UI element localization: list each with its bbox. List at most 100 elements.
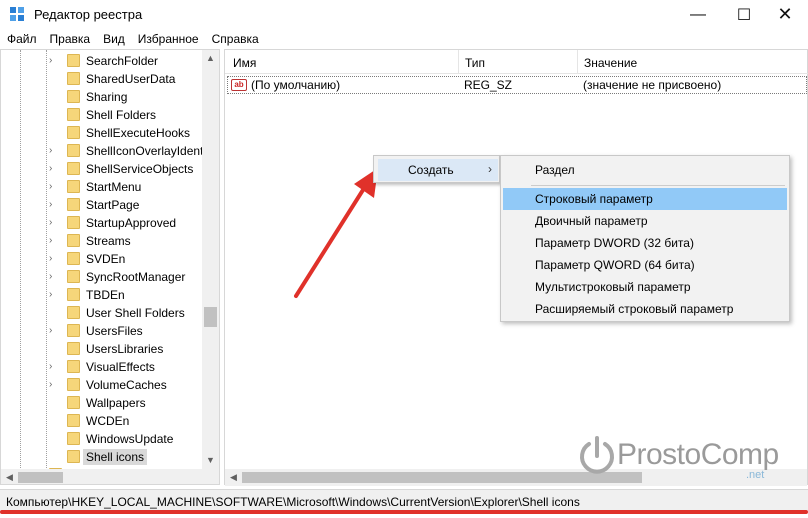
folder-icon	[67, 306, 80, 319]
scroll-left-icon[interactable]: ◀	[225, 469, 242, 486]
tree-item-label: SVDEn	[86, 252, 126, 266]
tree-item[interactable]: SharedUserData	[1, 70, 201, 88]
tree-item[interactable]: › StartupApproved	[1, 214, 201, 232]
submenu-item-qword-value[interactable]: Параметр QWORD (64 бита)	[503, 254, 787, 276]
tree-item[interactable]: › SearchFolder	[1, 52, 201, 70]
tree-item[interactable]: › VisualEffects	[1, 358, 201, 376]
expand-chevron-icon[interactable]: ›	[49, 163, 52, 175]
menu-item-create-label: Создать	[408, 163, 454, 177]
tree-item-label: ShellExecuteHooks	[86, 126, 191, 140]
column-type-header[interactable]: Тип	[465, 56, 485, 70]
tree-item[interactable]: › ShellServiceObjects	[1, 160, 201, 178]
expand-chevron-icon[interactable]: ›	[49, 181, 52, 193]
expand-chevron-icon[interactable]: ›	[49, 235, 52, 247]
tree-item-label: ShellIconOverlayIdent	[86, 144, 204, 158]
submenu-item-label: Параметр QWORD (64 бита)	[535, 258, 695, 272]
title-bar: Редактор реестра — ☐ ✕	[0, 0, 808, 29]
tree-item-label: Sharing	[86, 90, 128, 104]
tree-item[interactable]: WindowsUpdate	[1, 430, 201, 448]
tree-item-label: TBDEn	[86, 288, 125, 302]
column-separator[interactable]	[577, 50, 578, 74]
tree-item[interactable]: › SyncRootManager	[1, 268, 201, 286]
minimize-button[interactable]: —	[675, 0, 721, 29]
submenu-item-binary-value[interactable]: Двоичный параметр	[503, 210, 787, 232]
submenu-item-key[interactable]: Раздел	[503, 159, 787, 181]
menu-edit[interactable]: Правка	[43, 29, 97, 49]
menu-item-create[interactable]: Создать ›	[378, 159, 498, 181]
folder-icon	[67, 270, 80, 283]
menu-divider	[531, 185, 785, 186]
tree-item[interactable]: Shell icons	[1, 448, 201, 466]
tree-item[interactable]: › StartPage	[1, 196, 201, 214]
tree-item-label: StartMenu	[86, 180, 142, 194]
tree-horizontal-scrollbar[interactable]: ◀	[1, 469, 219, 484]
tree-item[interactable]: Shell Folders	[1, 106, 201, 124]
folder-icon	[67, 288, 80, 301]
context-menu: Создать ›	[373, 155, 500, 183]
tree-item[interactable]: Wallpapers	[1, 394, 201, 412]
tree-item[interactable]: › UsersFiles	[1, 322, 201, 340]
tree-hscroll-thumb[interactable]	[18, 472, 63, 483]
menu-help[interactable]: Справка	[205, 29, 265, 49]
tree-item[interactable]: WCDEn	[1, 412, 201, 430]
tree-item[interactable]: UsersLibraries	[1, 340, 201, 358]
tree-item[interactable]: › VolumeCaches	[1, 376, 201, 394]
watermark-domain: .net	[746, 469, 765, 481]
table-row[interactable]: ab (По умолчанию) REG_SZ (значение не пр…	[227, 76, 807, 94]
registry-editor-icon	[10, 7, 24, 21]
tree-scroll-thumb[interactable]	[204, 307, 217, 327]
tree-item-label: VolumeCaches	[86, 378, 167, 392]
tree-item-label: SearchFolder	[86, 54, 159, 68]
tree-item[interactable]: Sharing	[1, 88, 201, 106]
expand-chevron-icon[interactable]: ›	[49, 55, 52, 67]
tree-item[interactable]: › SVDEn	[1, 250, 201, 268]
watermark-brand: ProstoComp	[617, 438, 779, 471]
scroll-up-icon[interactable]: ▲	[202, 50, 219, 67]
expand-chevron-icon[interactable]: ›	[49, 145, 52, 157]
menu-file[interactable]: Файл	[0, 29, 43, 49]
tree-item[interactable]: › StartMenu	[1, 178, 201, 196]
registry-tree[interactable]: › SearchFolder SharedUserData Sharing Shell …	[0, 49, 220, 485]
submenu-item-string-value[interactable]: Строковый параметр	[503, 188, 787, 210]
tree-item[interactable]: › TBDEn	[1, 286, 201, 304]
column-value-header[interactable]: Значение	[584, 56, 637, 70]
window-title: Редактор реестра	[34, 7, 143, 22]
tree-item[interactable]: › ShellIconOverlayIdent	[1, 142, 204, 160]
maximize-button[interactable]: ☐	[721, 0, 767, 29]
expand-chevron-icon[interactable]: ›	[49, 325, 52, 337]
scroll-down-icon[interactable]: ▼	[202, 452, 219, 469]
expand-chevron-icon[interactable]: ›	[49, 289, 52, 301]
tree-item[interactable]: ShellExecuteHooks	[1, 124, 201, 142]
tree-item[interactable]: › Streams	[1, 232, 201, 250]
expand-chevron-icon[interactable]: ›	[49, 361, 52, 373]
folder-icon	[67, 378, 80, 391]
menu-view[interactable]: Вид	[96, 29, 131, 49]
submenu-item-multistring-value[interactable]: Мультистроковый параметр	[503, 276, 787, 298]
tree-vertical-scrollbar[interactable]: ▲ ▼	[202, 50, 219, 469]
expand-chevron-icon[interactable]: ›	[49, 253, 52, 265]
folder-icon	[67, 72, 80, 85]
close-button[interactable]: ✕	[762, 0, 808, 29]
watermark: ProstoComp .net	[577, 432, 779, 482]
tree-item-label: ShellServiceObjects	[86, 162, 194, 176]
expand-chevron-icon[interactable]: ›	[49, 199, 52, 211]
create-submenu: Раздел Строковый параметр Двоичный парам…	[500, 155, 790, 322]
tree-item[interactable]: User Shell Folders	[1, 304, 201, 322]
submenu-item-dword-value[interactable]: Параметр DWORD (32 бита)	[503, 232, 787, 254]
expand-chevron-icon[interactable]: ›	[49, 271, 52, 283]
column-separator[interactable]	[458, 50, 459, 74]
expand-chevron-icon[interactable]: ›	[49, 217, 52, 229]
submenu-item-expandable-string-value[interactable]: Расширяемый строковый параметр	[503, 298, 787, 320]
menu-favorites[interactable]: Избранное	[131, 29, 205, 49]
annotation-underline	[0, 510, 808, 514]
column-name-header[interactable]: Имя	[233, 56, 256, 70]
folder-icon	[67, 450, 80, 463]
folder-icon	[67, 90, 80, 103]
expand-chevron-icon[interactable]: ›	[49, 379, 52, 391]
value-data: (значение не присвоено)	[583, 78, 722, 92]
scroll-left-icon[interactable]: ◀	[1, 469, 18, 484]
value-type: REG_SZ	[464, 78, 513, 92]
tree-item-label: User Shell Folders	[86, 306, 185, 320]
folder-icon	[67, 144, 80, 157]
menu-bar: Файл Правка Вид Избранное Справка	[0, 29, 808, 49]
